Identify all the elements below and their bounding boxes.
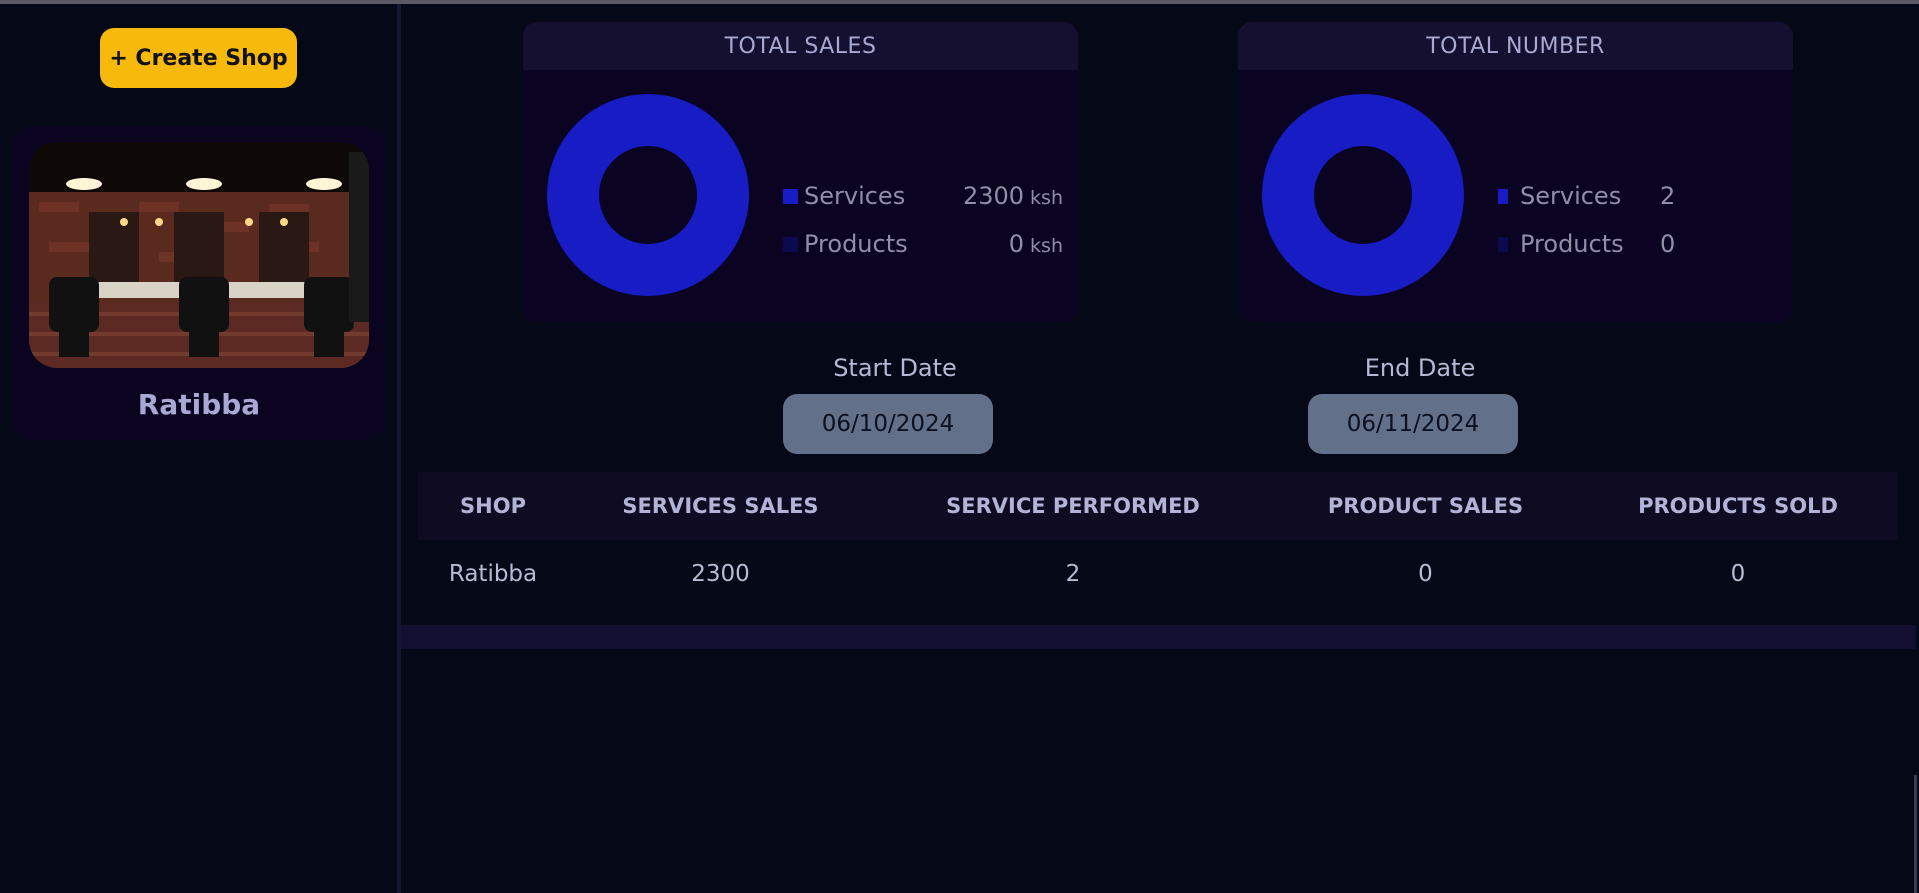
total-number-card: TOTAL NUMBER Services 2 Products 0: [1238, 22, 1793, 322]
cell-shop: Ratibba: [448, 561, 538, 587]
services-swatch: [783, 188, 798, 204]
total-sales-legend: Services 2300 ksh Products 0 ksh: [783, 172, 1063, 268]
total-number-donut-chart: [1262, 94, 1464, 296]
table-footer-bar: [401, 625, 1916, 649]
column-header-shop: SHOP: [460, 494, 526, 518]
legend-label: Services: [1520, 182, 1622, 210]
shop-image[interactable]: [29, 142, 369, 368]
legend-value: 2300 ksh: [962, 182, 1063, 210]
legend-value: 2: [1660, 182, 1676, 210]
end-date-input[interactable]: [1308, 394, 1518, 454]
cell-services-sales: 2300: [691, 561, 750, 587]
barbershop-photo: [29, 142, 369, 368]
column-header-services-sales: SERVICES SALES: [622, 494, 819, 518]
table-row[interactable]: Ratibba 2300 2 0 0: [418, 540, 1898, 608]
legend-label: Products: [804, 230, 908, 258]
total-number-legend: Services 2 Products 0: [1498, 172, 1778, 268]
legend-item-services: Services 2300 ksh: [783, 172, 1063, 220]
column-header-service-performed: SERVICE PERFORMED: [946, 494, 1200, 518]
cell-service-performed: 2: [1065, 561, 1081, 587]
total-sales-card: TOTAL SALES Services 2300 ksh Products 0k…: [523, 22, 1078, 322]
legend-value: 0 ksh: [1008, 230, 1063, 258]
cell-products-sold: 0: [1730, 561, 1746, 587]
shop-name: Ratibba: [137, 388, 261, 421]
products-swatch: [783, 236, 798, 252]
sidebar-divider: [397, 4, 401, 893]
start-date-label: Start Date: [833, 354, 957, 382]
end-date-label: End Date: [1364, 354, 1476, 382]
legend-item-services: Services 2: [1498, 172, 1778, 220]
donut-slice-services: [547, 94, 749, 296]
donut-slice-services: [1262, 94, 1464, 296]
services-swatch: [1498, 188, 1508, 204]
legend-item-products: Products 0: [1498, 220, 1778, 268]
legend-value: 0: [1660, 230, 1676, 258]
products-swatch: [1498, 236, 1508, 252]
shop-summary-table: SHOP SERVICES SALES SERVICE PERFORMED PR…: [418, 472, 1898, 608]
column-header-product-sales: PRODUCT SALES: [1327, 494, 1524, 518]
total-sales-donut-chart: [547, 94, 749, 296]
legend-label: Services: [804, 182, 906, 210]
create-shop-button[interactable]: + Create Shop: [100, 28, 297, 88]
legend-item-products: Products 0 ksh: [783, 220, 1063, 268]
scrollbar-thumb[interactable]: [1914, 775, 1917, 893]
total-number-title: TOTAL NUMBER: [1238, 22, 1793, 70]
cell-product-sales: 0: [1418, 561, 1433, 587]
start-date-input[interactable]: [783, 394, 993, 454]
column-header-products-sold: PRODUCTS SOLD: [1638, 494, 1838, 518]
total-sales-title: TOTAL SALES: [523, 22, 1078, 70]
table-header: SHOP SERVICES SALES SERVICE PERFORMED PR…: [418, 472, 1898, 540]
sidebar: + Create Shop Ratibba: [0, 4, 397, 893]
legend-label: Products: [1520, 230, 1624, 258]
shop-card[interactable]: Ratibba: [13, 126, 385, 440]
